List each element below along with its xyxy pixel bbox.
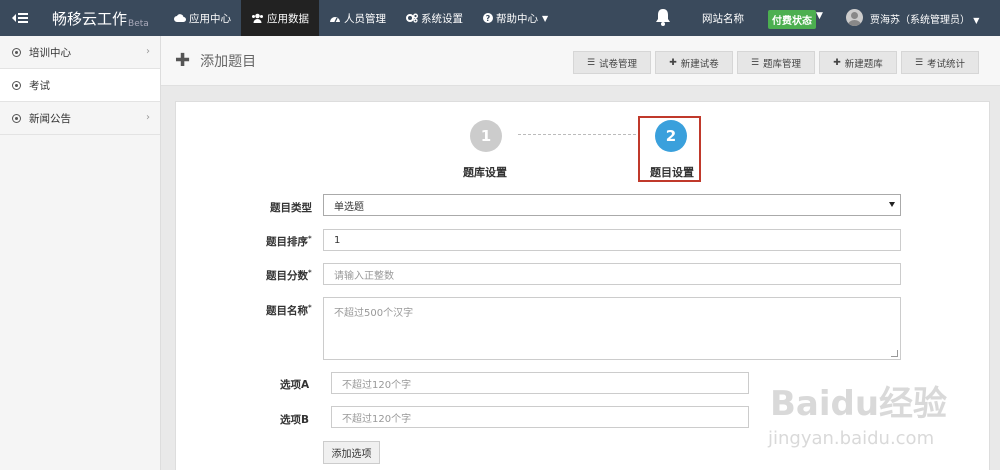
nav-label: 帮助中心: [496, 12, 538, 25]
required-mark: *: [308, 268, 312, 277]
cloud-icon: [174, 13, 186, 23]
label-text: 题目名称: [266, 305, 308, 317]
svg-text:?: ?: [486, 14, 491, 23]
option-a-label: 选项A: [280, 379, 310, 391]
option-a-input[interactable]: 不超过120个字: [331, 372, 749, 394]
nav-settings[interactable]: 系统设置: [396, 0, 473, 36]
nav-label: 人员管理: [344, 12, 386, 25]
highlight-box: [638, 116, 701, 182]
list-icon: ☰: [586, 57, 596, 68]
chevron-down-icon: ▼: [973, 16, 980, 25]
plus-icon: ✚: [833, 57, 841, 68]
user-menu[interactable]: 贾海苏（系统管理员） ▼: [870, 11, 979, 26]
question-icon: ?: [483, 13, 493, 23]
new-question-bank-button[interactable]: ✚ 新建题库: [819, 51, 897, 74]
option-b-label: 选项B: [280, 414, 310, 426]
button-label: 试卷管理: [599, 58, 638, 70]
brand-logo[interactable]: 畅移云工作Beta: [40, 8, 164, 29]
button-label: 新建题库: [844, 58, 883, 70]
dashboard-icon: [329, 14, 341, 23]
label-text: 题目分数: [266, 270, 308, 282]
sidebar-item-label: 新闻公告: [29, 112, 71, 125]
circle-dot-icon: [12, 113, 21, 123]
site-name[interactable]: 网站名称: [702, 11, 744, 26]
question-name-label: 题目名称*: [266, 303, 312, 318]
top-navbar: 畅移云工作Beta 应用中心 应用数据 人员管理 系统设置 ? 帮助中心 ▼ 网…: [0, 0, 1000, 36]
nav-label: 系统设置: [421, 12, 463, 25]
select-value: 单选题: [334, 201, 364, 213]
sidebar-item-label: 考试: [29, 79, 50, 92]
pay-status-badge[interactable]: 付费状态: [768, 10, 816, 29]
question-name-textarea[interactable]: 不超过500个汉字: [323, 297, 901, 360]
nav-label: 应用数据: [267, 12, 309, 25]
nav-app-center[interactable]: 应用中心: [164, 0, 241, 36]
exam-statistics-button[interactable]: ☰ 考试统计: [901, 51, 979, 74]
baidu-watermark: Baidu经验 jingyan.baidu.com: [762, 358, 998, 468]
question-order-label: 题目排序*: [266, 234, 312, 249]
option-b-input[interactable]: 不超过120个字: [331, 406, 749, 428]
watermark-url: jingyan.baidu.com: [768, 428, 935, 449]
sidebar-item-label: 培训中心: [29, 46, 71, 59]
question-score-input[interactable]: 请输入正整数: [323, 263, 901, 285]
circle-dot-icon: [12, 80, 21, 90]
question-type-label: 题目类型: [270, 202, 312, 214]
question-score-label: 题目分数*: [266, 268, 312, 283]
sidebar: 培训中心 › 考试 新闻公告 ›: [0, 36, 161, 470]
step-1-circle[interactable]: 1: [470, 120, 502, 152]
resize-handle-icon[interactable]: [891, 350, 898, 357]
plus-icon: ✚: [175, 50, 191, 71]
label-text: 题目排序: [266, 236, 308, 248]
bell-icon[interactable]: [655, 8, 671, 29]
required-mark: *: [308, 234, 312, 243]
question-bank-management-button[interactable]: ☰ 题库管理: [737, 51, 815, 74]
caret-down-icon: [889, 202, 895, 207]
placeholder-text: 不超过500个汉字: [334, 308, 414, 319]
question-type-select[interactable]: 单选题: [323, 194, 901, 216]
circle-dot-icon: [12, 47, 21, 57]
button-label: 新建试卷: [680, 58, 719, 70]
watermark-logo: Baidu经验: [770, 384, 948, 424]
menu-toggle-icon[interactable]: [0, 0, 40, 36]
step-1-label: 题库设置: [463, 166, 507, 179]
user-name: 贾海苏（系统管理员）: [870, 15, 970, 26]
nav-people[interactable]: 人员管理: [319, 0, 396, 36]
main-nav: 应用中心 应用数据 人员管理 系统设置 ? 帮助中心 ▼: [164, 0, 558, 36]
avatar[interactable]: [846, 9, 863, 26]
nav-label: 应用中心: [189, 12, 231, 25]
list-icon: ☰: [750, 57, 760, 68]
brand-suffix: Beta: [128, 18, 149, 29]
question-order-input[interactable]: 1: [323, 229, 901, 251]
sidebar-item-news[interactable]: 新闻公告 ›: [0, 102, 160, 135]
page-header: ✚ 添加题目 ☰ 试卷管理 ✚ 新建试卷 ☰ 题库管理 ✚ 新建题库 ☰ 考试统计: [161, 36, 1000, 86]
add-option-button[interactable]: 添加选项: [323, 441, 380, 464]
chevron-right-icon: ›: [146, 112, 150, 123]
required-mark: *: [308, 303, 312, 312]
sidebar-item-exam[interactable]: 考试: [0, 69, 160, 102]
nav-app-data[interactable]: 应用数据: [241, 0, 319, 36]
button-label: 题库管理: [763, 58, 802, 70]
button-label: 考试统计: [927, 58, 966, 70]
page-title-text: 添加题目: [200, 54, 257, 70]
users-icon: [251, 13, 264, 23]
exam-paper-management-button[interactable]: ☰ 试卷管理: [573, 51, 651, 74]
chevron-down-icon: ▼: [542, 13, 549, 23]
page-title: ✚ 添加题目: [175, 51, 256, 71]
gears-icon: [406, 13, 418, 23]
step-connector: [518, 134, 636, 135]
sidebar-item-training[interactable]: 培训中心 ›: [0, 36, 160, 69]
plus-icon: ✚: [669, 57, 677, 68]
new-exam-paper-button[interactable]: ✚ 新建试卷: [655, 51, 733, 74]
brand-name: 畅移云工作: [52, 9, 128, 28]
chevron-down-icon[interactable]: ▼: [816, 11, 823, 21]
list-icon: ☰: [914, 57, 924, 68]
nav-help[interactable]: ? 帮助中心 ▼: [473, 0, 558, 36]
chevron-right-icon: ›: [146, 46, 150, 57]
